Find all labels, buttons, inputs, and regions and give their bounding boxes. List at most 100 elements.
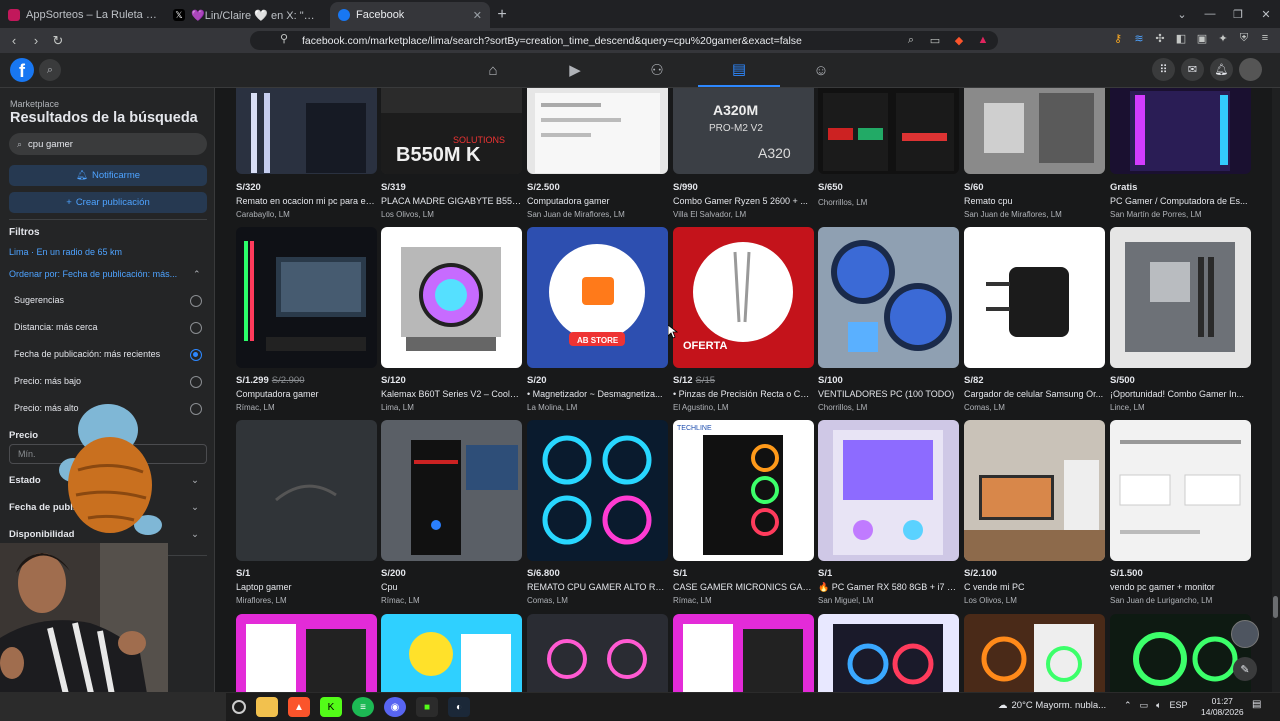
kick-app-icon[interactable]: K	[320, 697, 342, 717]
cast-icon[interactable]: ▭	[926, 34, 944, 47]
cortana-icon[interactable]	[232, 700, 246, 714]
brave-shields-icon[interactable]: ◆	[950, 34, 968, 47]
listing-photo[interactable]	[1110, 420, 1251, 561]
messenger-icon[interactable]: ✉	[1181, 58, 1204, 81]
profile-avatar[interactable]	[1239, 58, 1262, 81]
page-scrollbar[interactable]	[1272, 88, 1280, 692]
listing-photo[interactable]	[818, 614, 959, 692]
listing-photo[interactable]	[964, 420, 1105, 561]
extension-key-icon[interactable]: ⚷	[1111, 32, 1125, 48]
network-icon[interactable]: ▭	[1140, 700, 1149, 711]
scrollbar-thumb[interactable]	[1273, 596, 1278, 618]
discord-icon[interactable]: ◉	[384, 697, 406, 717]
minimize-icon[interactable]: —	[1196, 0, 1224, 28]
radio-button[interactable]	[190, 295, 202, 307]
radio-button[interactable]	[190, 376, 202, 388]
tab-search-icon[interactable]: ⌄	[1168, 0, 1196, 28]
sidebar-icon[interactable]: ◧	[1174, 32, 1188, 48]
zoom-icon[interactable]: ⌕	[902, 34, 920, 47]
close-window-icon[interactable]: ✕	[1252, 0, 1280, 28]
new-tab-button[interactable]: +	[490, 2, 514, 28]
search-input[interactable]: ⌕ cpu gamer	[9, 133, 207, 155]
listing-photo[interactable]	[1110, 227, 1251, 368]
back-icon[interactable]: ‹	[4, 31, 24, 51]
close-tab-icon[interactable]: ✕	[473, 9, 482, 22]
facebook-logo[interactable]: f	[10, 58, 34, 82]
listing-photo[interactable]	[964, 88, 1105, 174]
restore-icon[interactable]: ❐	[1224, 0, 1252, 28]
notify-button[interactable]: 🔔︎ Notificarme	[9, 165, 207, 186]
sort-option-fecha[interactable]: Fecha de publicación: más recientes	[14, 349, 202, 363]
friends-icon[interactable]: ⚇	[616, 53, 698, 87]
notification-center-icon[interactable]: ▤	[1252, 699, 1261, 710]
volume-icon[interactable]: 🔈︎	[1156, 700, 1161, 711]
location-filter-link[interactable]: Lima · En un radio de 65 km	[9, 247, 122, 257]
taskbar-search-area[interactable]	[0, 693, 226, 721]
brave-browser-icon[interactable]: ▲	[288, 697, 310, 717]
listing-photo[interactable]: AB STORE	[527, 227, 668, 368]
listing-photo[interactable]	[673, 614, 814, 692]
address-bar[interactable]: facebook.com/marketplace/lima/search?sor…	[250, 31, 998, 50]
listing-photo[interactable]	[381, 420, 522, 561]
listing-photo[interactable]	[527, 88, 668, 174]
new-message-icon[interactable]: ✎	[1233, 657, 1257, 681]
browser-tab-appsorteos[interactable]: AppSorteos – La Ruleta de la Suerte	[0, 2, 165, 28]
listing-photo[interactable]	[236, 88, 377, 174]
listing-photo[interactable]	[964, 227, 1105, 368]
notifications-bell-icon[interactable]: 🔔︎	[1210, 58, 1233, 81]
browser-tab-x[interactable]: 𝕏 💜Lin/Claire 🤍 en X: "Mothafucka,	[165, 2, 330, 28]
leo-ai-icon[interactable]: ✦	[1216, 32, 1230, 48]
listing-photo[interactable]	[527, 614, 668, 692]
listing-photo[interactable]	[818, 420, 959, 561]
listing-photo[interactable]	[964, 614, 1105, 692]
wallet-icon[interactable]: ▣	[1195, 32, 1209, 48]
file-explorer-icon[interactable]	[256, 697, 278, 717]
extensions-icon[interactable]: ✣	[1153, 32, 1167, 48]
listing-photo[interactable]	[1110, 614, 1251, 692]
floating-chat-avatar[interactable]	[1231, 620, 1259, 648]
listing-photo[interactable]	[818, 227, 959, 368]
menu-icon[interactable]: ≡	[1258, 32, 1272, 48]
create-listing-button[interactable]: + Crear publicación	[9, 192, 207, 213]
taskbar-clock[interactable]: 01:27 14/08/2026	[1201, 696, 1244, 718]
listing-photo[interactable]: TECHLINE	[673, 420, 814, 561]
kick-studio-icon[interactable]: ■	[416, 697, 438, 717]
menu-grid-icon[interactable]: ⠿	[1152, 58, 1175, 81]
listing-photo[interactable]: OFERTA	[673, 227, 814, 368]
vpn-icon[interactable]: ⛨	[1237, 32, 1251, 48]
marketplace-icon[interactable]: ▤	[698, 53, 780, 87]
listing-photo[interactable]	[236, 614, 377, 692]
tray-chevron-icon[interactable]: ⌃	[1124, 700, 1132, 711]
listing-photo[interactable]	[236, 227, 377, 368]
groups-icon[interactable]: ☺	[780, 53, 862, 87]
sort-option-sugerencias[interactable]: Sugerencias	[14, 295, 202, 309]
fb-search-icon[interactable]: ⌕	[39, 59, 61, 81]
listing-photo[interactable]: B550M KSOLUTIONS	[381, 88, 522, 174]
radio-button[interactable]	[190, 322, 202, 334]
breadcrumb[interactable]: Marketplace	[10, 99, 59, 109]
home-icon[interactable]: ⌂	[452, 53, 534, 87]
radio-button-selected[interactable]	[190, 349, 202, 361]
sort-option-distancia[interactable]: Distancia: más cerca	[14, 322, 202, 336]
forward-icon[interactable]: ›	[26, 31, 46, 51]
listing-photo[interactable]	[527, 420, 668, 561]
browser-tab-facebook[interactable]: Facebook ✕	[330, 2, 490, 28]
extension-wave-icon[interactable]: ≋	[1132, 32, 1146, 48]
site-info-icon[interactable]: ⚲	[280, 32, 288, 45]
listing-photo[interactable]	[381, 614, 522, 692]
listing-photo[interactable]	[818, 88, 959, 174]
spotify-icon[interactable]: ≡	[352, 697, 374, 717]
language-indicator[interactable]: ESP	[1169, 700, 1187, 711]
radio-button[interactable]	[190, 403, 202, 415]
sort-filter-link[interactable]: Ordenar por: Fecha de publicación: más..…	[9, 269, 201, 279]
steam-icon[interactable]: ◐	[448, 697, 470, 717]
sort-option-precio-bajo[interactable]: Precio: más bajo	[14, 376, 202, 390]
listing-photo[interactable]: A320M PRO-M2 V2 A320	[673, 88, 814, 174]
brave-rewards-icon[interactable]: ▲	[974, 34, 992, 47]
watch-icon[interactable]: ▶	[534, 53, 616, 87]
listing-photo[interactable]	[381, 227, 522, 368]
listing-photo[interactable]	[236, 420, 377, 561]
reload-icon[interactable]: ↻	[48, 31, 68, 51]
listing-photo[interactable]	[1110, 88, 1251, 174]
weather-widget[interactable]: ☁ 20°C Mayorm. nubla...	[998, 700, 1106, 711]
